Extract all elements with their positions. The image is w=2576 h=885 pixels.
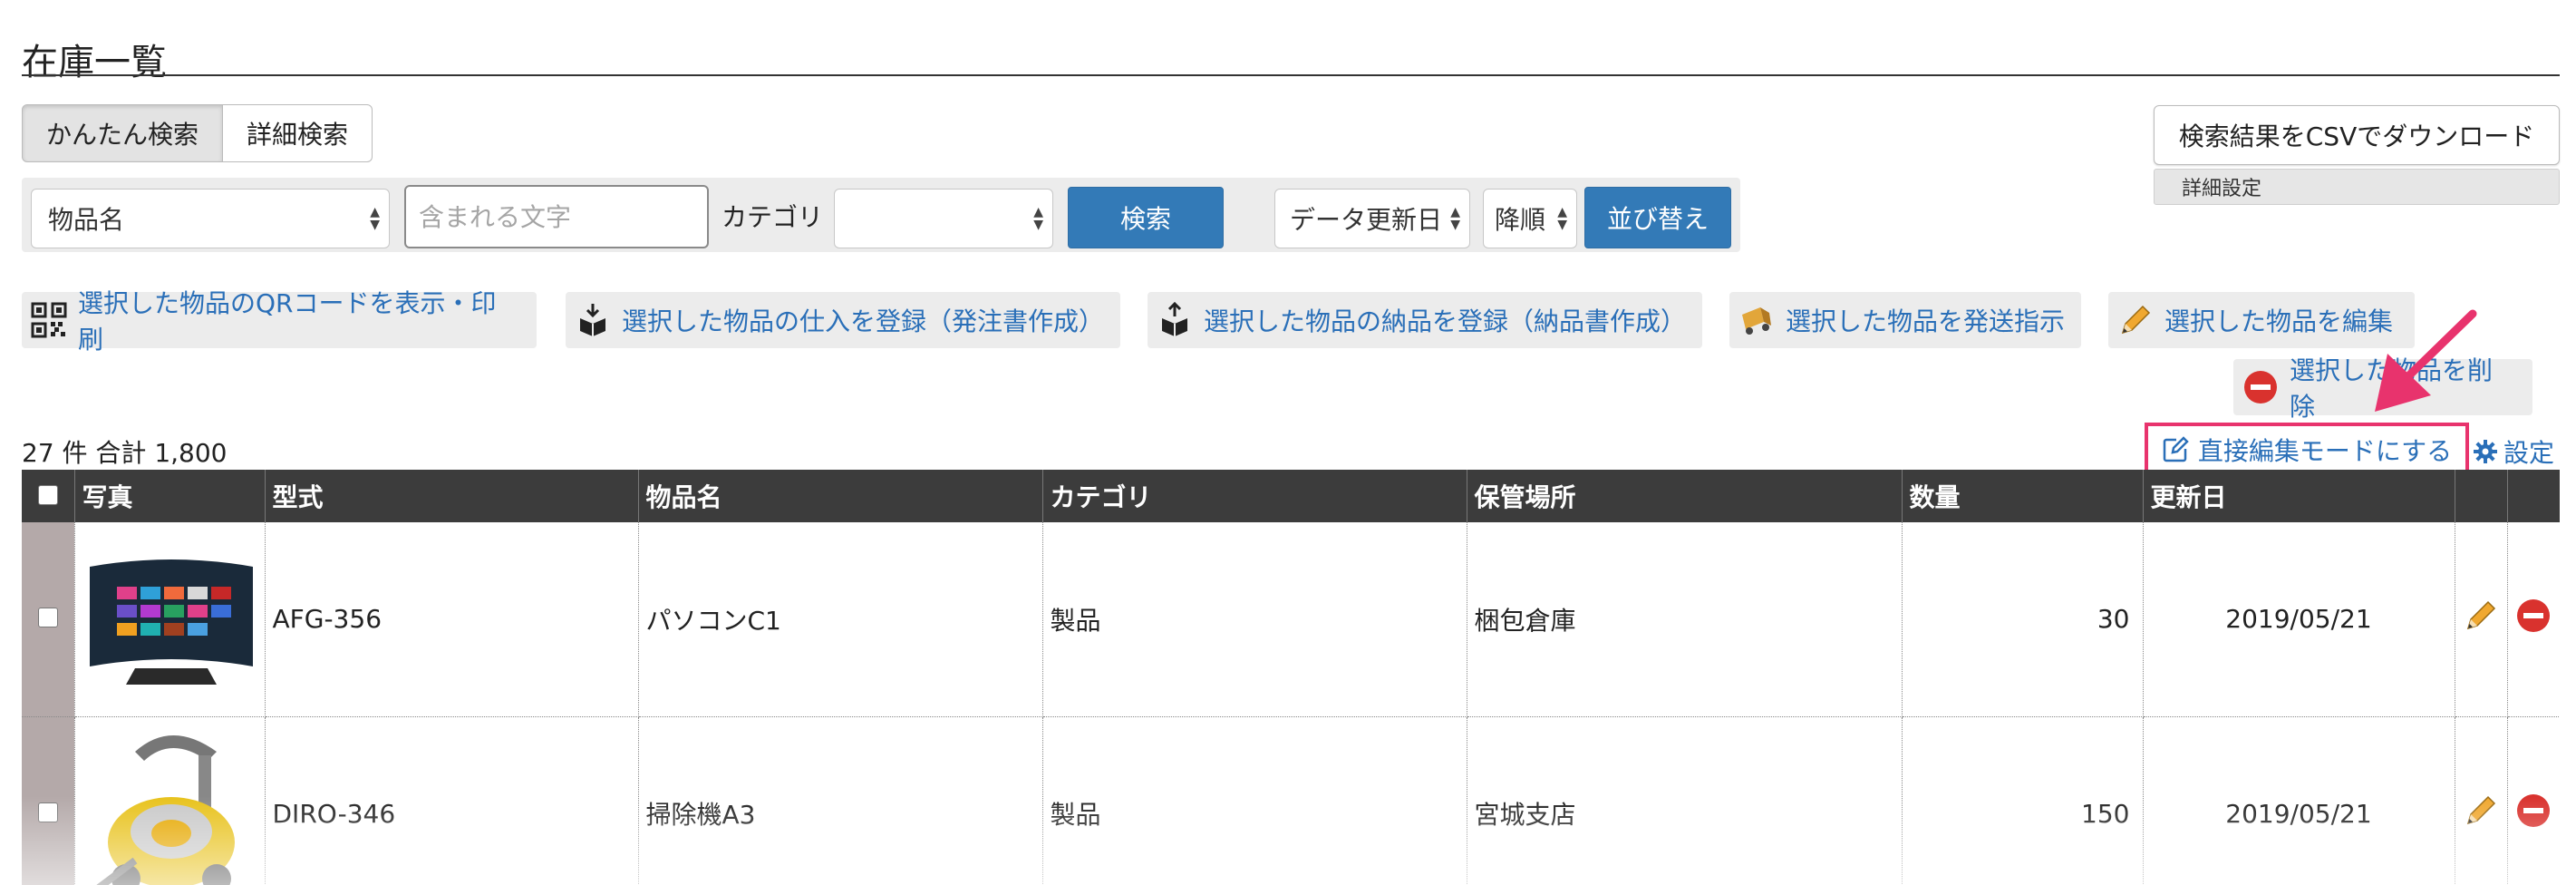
header-quantity[interactable]: 数量: [1902, 470, 2144, 522]
location-cell: 梱包倉庫: [1467, 522, 1903, 717]
sort-order-value: 降順: [1495, 205, 1546, 235]
select-all-cell: [22, 470, 75, 522]
sort-field-select[interactable]: データ更新日 ▲ ▼: [1274, 189, 1470, 248]
header-updated[interactable]: 更新日: [2143, 470, 2455, 522]
box-in-icon: [575, 302, 611, 338]
updated-cell: 2019/05/21: [2143, 716, 2455, 885]
sort-field-value: データ更新日: [1290, 205, 1443, 235]
header-photo[interactable]: 写真: [74, 470, 266, 522]
table-row: AFG-356 パソコンC1 製品 梱包倉庫 30 2019/05/21: [22, 522, 2560, 717]
select-all-checkbox[interactable]: [37, 484, 58, 505]
location-cell: 宮城支店: [1467, 716, 1903, 885]
title-divider: [22, 74, 2560, 76]
sort-button[interactable]: 並び替え: [1584, 187, 1731, 248]
photo-cell: [74, 716, 266, 885]
tab-simple-search[interactable]: かんたん検索: [22, 104, 224, 162]
shipping-instruction-button[interactable]: 選択した物品を発送指示: [1729, 292, 2081, 348]
inventory-table: 写真 型式 物品名 カテゴリ 保管場所 数量 更新日 AFG-356 パソコンC…: [22, 470, 2560, 885]
search-field-select[interactable]: 物品名 ▲ ▼: [31, 189, 390, 248]
category-label: カテゴリ: [721, 202, 824, 232]
register-purchase-label: 選択した物品の仕入を登録（発注書作成）: [622, 306, 1105, 336]
sort-order-select[interactable]: 降順 ▲ ▼: [1483, 189, 1577, 248]
edit-selected-label: 選択した物品を編集: [2164, 306, 2394, 336]
annotation-arrow-icon: [2375, 309, 2477, 412]
row-checkbox[interactable]: [37, 608, 58, 628]
select-arrows-icon: ▲ ▼: [1450, 205, 1460, 232]
model-cell: AFG-356: [265, 522, 639, 717]
search-mode-tabs: かんたん検索 詳細検索: [22, 104, 373, 164]
pencil-icon[interactable]: [2463, 793, 2499, 829]
csv-download-button[interactable]: 検索結果をCSVでダウンロード: [2154, 105, 2560, 165]
header-edit-col: [2455, 470, 2508, 522]
header-location[interactable]: 保管場所: [1467, 470, 1903, 522]
delete-icon[interactable]: [2515, 598, 2552, 634]
box-out-icon: [1157, 302, 1193, 338]
category-cell: 製品: [1042, 522, 1467, 717]
gear-icon: [2473, 439, 2498, 464]
header-delete-col: [2507, 470, 2560, 522]
delete-icon[interactable]: [2515, 793, 2552, 829]
select-arrows-icon: ▲ ▼: [1033, 205, 1043, 232]
register-purchase-button[interactable]: 選択した物品の仕入を登録（発注書作成）: [566, 292, 1120, 348]
table-header-row: 写真 型式 物品名 カテゴリ 保管場所 数量 更新日: [22, 470, 2560, 522]
vacuum-photo[interactable]: [80, 725, 262, 885]
header-category[interactable]: カテゴリ: [1042, 470, 1467, 522]
quantity-cell: 150: [1902, 716, 2144, 885]
edit-square-icon: [2162, 436, 2189, 463]
table-settings-link[interactable]: 設定: [2473, 433, 2554, 470]
row-select-cell: [22, 716, 75, 885]
table-row: DIRO-346 掃除機A3 製品 宮城支店 150 2019/05/21: [22, 716, 2560, 885]
row-edit-cell: [2455, 716, 2508, 885]
photo-cell: [74, 522, 266, 717]
tab-advanced-search[interactable]: 詳細検索: [223, 104, 373, 162]
qr-print-button[interactable]: 選択した物品のQRコードを表示・印刷: [22, 288, 537, 355]
header-model[interactable]: 型式: [265, 470, 639, 522]
category-cell: 製品: [1042, 716, 1467, 885]
name-cell: 掃除機A3: [638, 716, 1043, 885]
name-cell: パソコンC1: [638, 522, 1043, 717]
pencil-icon[interactable]: [2463, 598, 2499, 634]
row-delete-cell: [2507, 522, 2560, 717]
category-select[interactable]: ▲ ▼: [834, 189, 1053, 248]
select-arrows-icon: ▲ ▼: [370, 205, 380, 232]
row-edit-cell: [2455, 522, 2508, 717]
updated-cell: 2019/05/21: [2143, 522, 2455, 717]
delete-icon: [2242, 369, 2279, 405]
row-select-cell: [22, 522, 75, 717]
search-button[interactable]: 検索: [1068, 187, 1224, 248]
header-name[interactable]: 物品名: [638, 470, 1043, 522]
settings-label: 設定: [2503, 438, 2555, 468]
search-text-input[interactable]: [404, 185, 709, 248]
qr-code-icon: [31, 302, 67, 338]
register-delivery-label: 選択した物品の納品を登録（納品書作成）: [1204, 306, 1687, 336]
direct-edit-mode-link[interactable]: 直接編集モードにする: [2145, 423, 2469, 477]
pencil-icon: [2117, 302, 2154, 338]
search-field-value: 物品名: [48, 205, 125, 235]
row-delete-cell: [2507, 716, 2560, 885]
row-checkbox[interactable]: [37, 802, 58, 822]
page-title: 在庫一覧: [22, 42, 167, 83]
select-arrows-icon: ▲ ▼: [1557, 205, 1567, 232]
quantity-cell: 30: [1902, 522, 2144, 717]
qr-print-label: 選択した物品のQRコードを表示・印刷: [78, 288, 497, 355]
detail-settings-button[interactable]: 詳細設定: [2154, 169, 2560, 205]
direct-edit-label: 直接編集モードにする: [2197, 436, 2453, 466]
tv-photo[interactable]: [80, 530, 262, 708]
shipping-instruction-label: 選択した物品を発送指示: [1786, 306, 2066, 336]
model-cell: DIRO-346: [265, 716, 639, 885]
truck-icon: [1738, 302, 1775, 338]
register-delivery-button[interactable]: 選択した物品の納品を登録（納品書作成）: [1148, 292, 1702, 348]
result-count: 27 件 合計 1,800: [22, 438, 228, 468]
